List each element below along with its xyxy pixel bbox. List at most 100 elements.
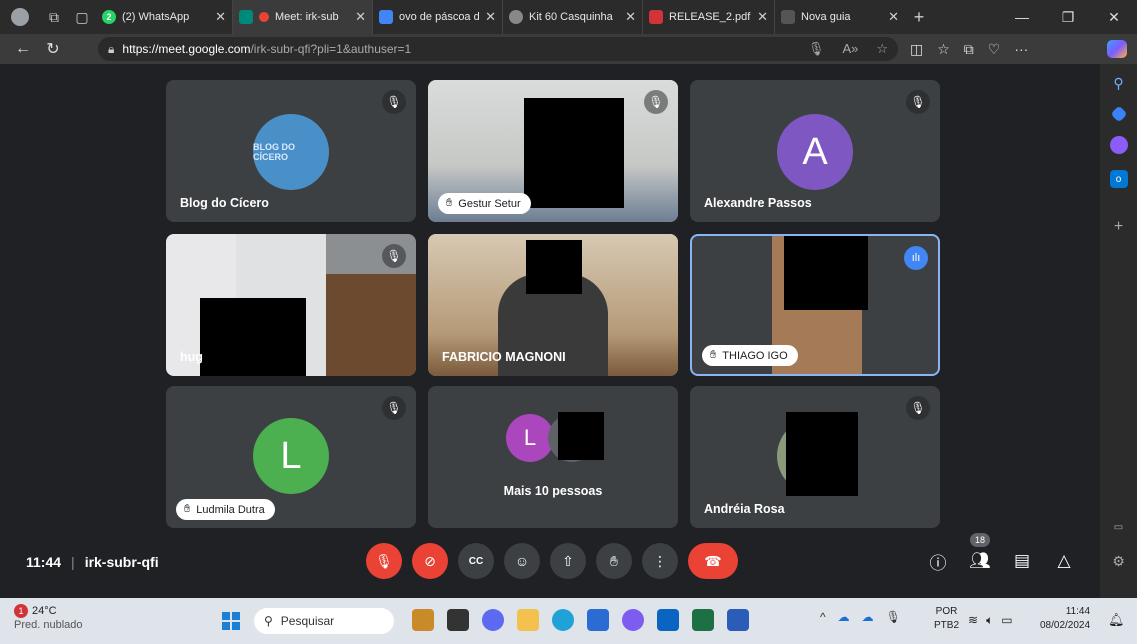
address-bar[interactable]: 🔒︎ https://meet.google.com /irk-subr-qfi… (98, 37, 898, 61)
performance-icon[interactable]: ♡ (988, 41, 1001, 58)
more-options-button[interactable]: ⋮ (642, 543, 678, 579)
restore-icon[interactable]: ❐ (1045, 0, 1091, 34)
edge-sidebar: ⚲ o + ▭ ⚙ (1100, 64, 1137, 598)
tab-actions-icon[interactable]: ▢ (68, 0, 96, 34)
battery-icon: ▭ (1001, 613, 1013, 627)
copilot-app-icon[interactable] (482, 609, 504, 631)
language-indicator[interactable]: POR PTB2 (934, 605, 959, 633)
store-icon[interactable] (587, 609, 609, 631)
tab-ovo-de-pascoa[interactable]: ovo de páscoa de ✕ (373, 0, 503, 34)
new-tab-icon[interactable]: + (905, 0, 933, 34)
notifications-icon[interactable]: 🔔︎ (1108, 612, 1125, 628)
tab-title: Nova guia (801, 11, 851, 23)
quick-settings[interactable]: ≋ 🔈︎ ▭ (968, 613, 1013, 628)
sidebar-toggle-icon[interactable]: ▭ (1110, 518, 1128, 536)
search-icon[interactable]: ⚲ (1110, 74, 1128, 92)
tab-nova-guia[interactable]: Nova guia ✕ (775, 0, 905, 34)
close-window-icon[interactable]: ✕ (1091, 0, 1137, 34)
windows-taskbar: 1 24°C Pred. nublado ⚲ Pesquisar ^ ☁︎ ☁︎ … (0, 598, 1137, 644)
participant-tile[interactable]: FABRICIO MAGNONI (428, 234, 678, 376)
present-screen-button[interactable]: ⇧ (550, 543, 586, 579)
add-icon[interactable]: + (1110, 218, 1128, 236)
participant-tile[interactable]: 🎙︎ ✋︎ Gestur Setur (428, 80, 678, 222)
collections-icon[interactable]: ⧉ (964, 41, 974, 58)
emoji-button[interactable]: ☺ (504, 543, 540, 579)
workspaces-icon[interactable]: ⧉ (40, 0, 68, 34)
favorites-icon[interactable]: ☆ (937, 41, 950, 58)
mic-off-icon: 🎙︎ (382, 396, 406, 420)
close-tab-icon[interactable]: ✕ (757, 9, 768, 25)
edge-browser-icon[interactable] (552, 609, 574, 631)
outlook-icon[interactable]: o (1109, 170, 1128, 188)
minimize-icon[interactable]: — (999, 0, 1045, 34)
close-tab-icon[interactable]: ✕ (888, 9, 899, 25)
task-view-icon[interactable] (447, 609, 469, 631)
briefcase-app-icon[interactable] (412, 609, 434, 631)
microphone-icon[interactable]: 🎙︎ (808, 41, 825, 57)
participant-tile-active-speaker[interactable]: ılı ✋︎ THIAGO IGO (690, 234, 940, 376)
chevron-up-icon[interactable]: ^ (820, 610, 826, 624)
close-tab-icon[interactable]: ✕ (355, 9, 366, 25)
participant-tile[interactable]: L 🎙︎ ✋︎ Ludmila Dutra (166, 386, 416, 528)
tab-release-pdf[interactable]: RELEASE_2.pdf ✕ (643, 0, 775, 34)
back-icon[interactable]: ← (8, 34, 38, 64)
people-icon[interactable]: 18 👥︎ (966, 533, 994, 579)
language-code: POR (935, 606, 958, 617)
camera-toggle-button[interactable]: ⊘ (412, 543, 448, 579)
excel-icon[interactable] (692, 609, 714, 631)
close-tab-icon[interactable]: ✕ (215, 9, 226, 25)
shopping-icon[interactable] (1110, 105, 1127, 123)
participant-tile[interactable]: 🎙︎ Andréia Rosa (690, 386, 940, 528)
tab-kit-casquinha[interactable]: Kit 60 Casquinha ✕ (503, 0, 643, 34)
profile-icon[interactable] (0, 0, 40, 34)
close-tab-icon[interactable]: ✕ (485, 9, 496, 25)
hand-icon: ✋︎ (710, 349, 717, 361)
photos-icon[interactable] (622, 609, 644, 631)
more-icon[interactable]: ··· (1014, 41, 1028, 57)
participant-name: Mais 10 pessoas (503, 484, 603, 498)
tab-meet[interactable]: Meet: irk-sub ✕ (233, 0, 373, 34)
notification-badge: 1 (14, 604, 28, 618)
favorite-star-icon[interactable]: ☆ (876, 41, 888, 57)
speaking-indicator-icon: ılı (904, 246, 928, 270)
refresh-icon[interactable]: ↻ (38, 34, 68, 64)
more-participants-tile[interactable]: L Mais 10 pessoas (428, 386, 678, 528)
onedrive-icon[interactable]: ☁︎ (862, 610, 874, 624)
outlook-app-icon[interactable] (657, 609, 679, 631)
avatar: L (253, 418, 329, 494)
clock-time: 11:44 (1065, 606, 1091, 617)
close-tab-icon[interactable]: ✕ (625, 9, 636, 25)
meeting-details-icon[interactable]: ⓘ (924, 543, 952, 579)
raise-hand-button[interactable]: ✋︎ (596, 543, 632, 579)
tab-whatsapp[interactable]: 2 (2) WhatsApp ✕ (96, 0, 233, 34)
captions-button[interactable]: CC (458, 543, 494, 579)
clock[interactable]: 11:44 08/02/2024 (1040, 605, 1090, 633)
word-icon[interactable] (727, 609, 749, 631)
onedrive-icon[interactable]: ☁︎ (838, 610, 850, 624)
mic-toggle-button[interactable]: 🎙︎ (366, 543, 402, 579)
participant-tile[interactable]: 🎙︎ hug (166, 234, 416, 376)
microphone-icon[interactable]: 🎙︎ (886, 610, 901, 624)
avatar: A (777, 114, 853, 190)
taskbar-search[interactable]: ⚲ Pesquisar (254, 608, 394, 634)
copilot-icon[interactable] (1107, 40, 1127, 58)
settings-icon[interactable]: ⚙ (1110, 552, 1128, 570)
shop-icon (509, 10, 523, 24)
games-icon[interactable] (1109, 136, 1128, 154)
leave-call-button[interactable]: ☎︎ (688, 543, 738, 579)
participant-tile[interactable]: BLOG DO CÍCERO 🎙︎ Blog do Cícero (166, 80, 416, 222)
file-explorer-icon[interactable] (517, 609, 539, 631)
site-info-icon[interactable]: 🔒︎ (108, 42, 114, 57)
activities-icon[interactable]: △ (1050, 543, 1078, 579)
split-screen-icon[interactable]: ◫ (910, 41, 923, 58)
mic-off-icon: 🎙︎ (382, 90, 406, 114)
windows-start-icon[interactable] (222, 612, 240, 630)
participant-name: THIAGO IGO (722, 349, 788, 362)
search-icon: ⚲ (264, 614, 273, 628)
clock-date: 08/02/2024 (1040, 620, 1091, 631)
weather-widget[interactable]: 1 24°C Pred. nublado (14, 604, 83, 632)
chat-icon[interactable]: ▤ (1008, 543, 1036, 579)
participant-tile[interactable]: A 🎙︎ Alexandre Passos (690, 80, 940, 222)
redacted-video (526, 240, 582, 294)
read-aloud-icon[interactable]: A» (842, 41, 858, 57)
